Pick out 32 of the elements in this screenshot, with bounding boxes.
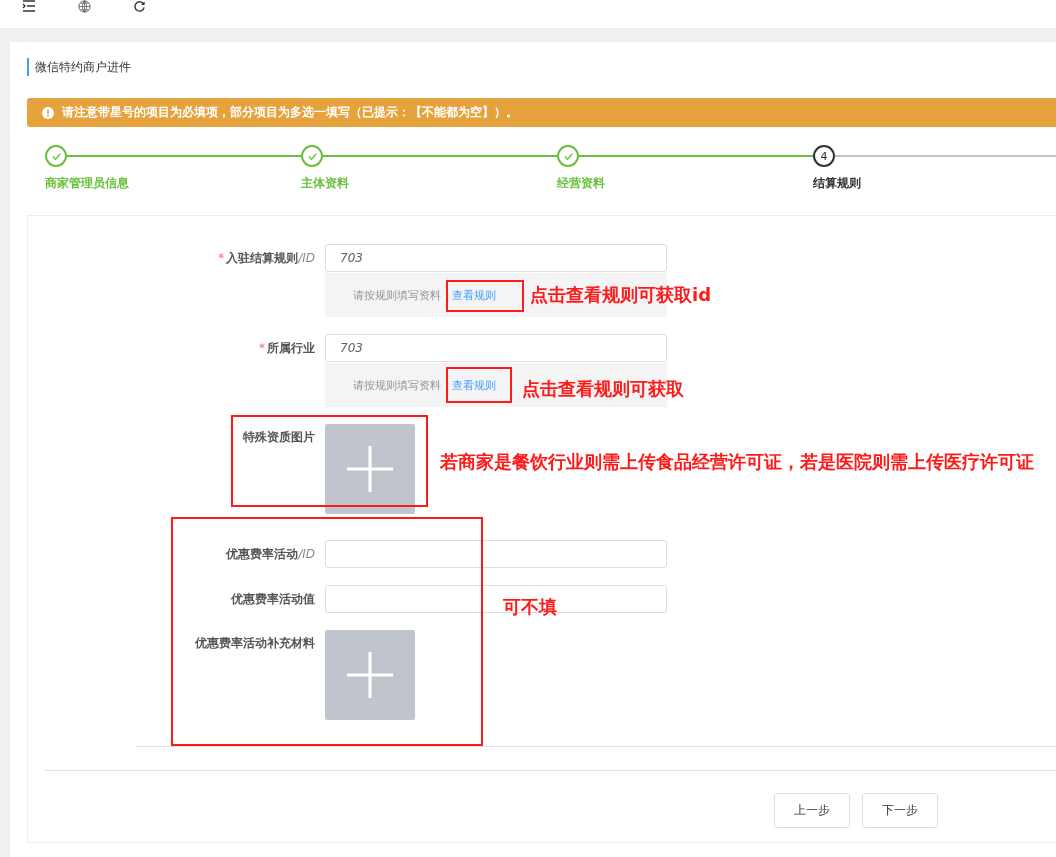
field-label: * 入驻结算规则/ID [217, 250, 316, 267]
plus-icon [347, 446, 393, 492]
input-field[interactable]: 703 [325, 334, 667, 362]
step-label: 主体资料 [301, 175, 350, 192]
step-label: 结算规则 [813, 175, 862, 192]
step-label: 商家管理员信息 [45, 175, 130, 192]
plus-icon [347, 652, 393, 698]
field-label: 优惠费率活动值 [229, 591, 316, 608]
input-field[interactable]: 703 [325, 244, 667, 272]
menu-icon[interactable] [22, 0, 36, 12]
field-label: 特殊资质图片 [242, 429, 316, 446]
upload-button[interactable] [325, 424, 415, 514]
field-label: * 所属行业 [258, 340, 316, 357]
step-button[interactable]: 上一步 [774, 793, 850, 828]
annotation-note: 点击查看规则可获取id [530, 283, 713, 307]
step-button[interactable]: 下一步 [862, 793, 938, 828]
annotation-note: 可不填 [503, 595, 558, 619]
exclamation-icon [42, 106, 54, 119]
alert-text: 请注意带星号的项目为必填项，部分项目为多选一填写（已提示：【不能都为空】）。 [62, 104, 518, 121]
annotation-frame [446, 367, 512, 403]
field-label: 优惠费率活动/ID [224, 546, 316, 563]
globe-icon[interactable] [78, 0, 91, 13]
step-circle: 4 [813, 145, 835, 167]
annotation-note: 点击查看规则可获取 [522, 377, 685, 401]
hint-text: 请按规则填写资料 [353, 377, 441, 393]
refresh-icon[interactable] [133, 0, 146, 13]
step-label: 经营资料 [557, 175, 606, 192]
page-title: 微信特约商户进件 [27, 58, 1056, 76]
input-field[interactable] [325, 540, 667, 568]
field-label: 优惠费率活动补充材料 [193, 635, 316, 652]
annotation-note: 若商家是餐饮行业则需上传食品经营许可证，若是医院则需上传医疗许可证 [440, 450, 1035, 474]
hint-text: 请按规则填写资料 [353, 287, 441, 303]
